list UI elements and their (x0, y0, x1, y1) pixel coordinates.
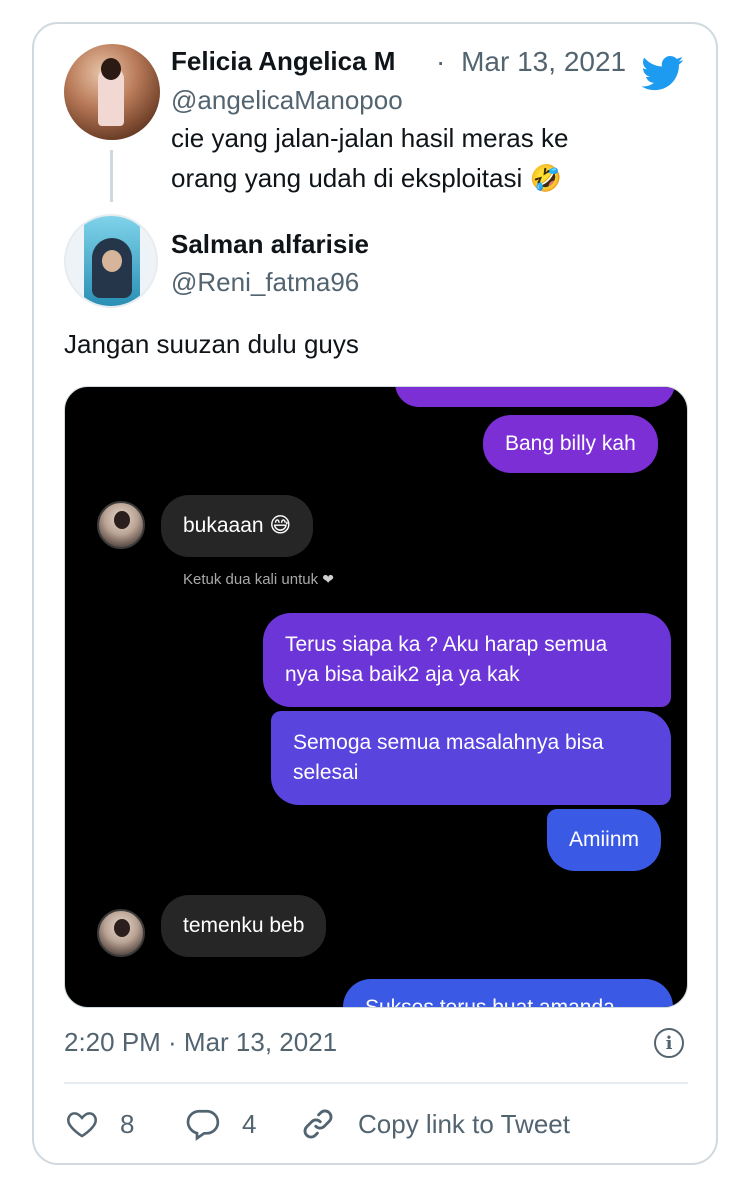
chat-contact-avatar (97, 909, 145, 957)
outgoing-bubble: Terus siapa ka ? Aku harap semua nya bis… (263, 613, 671, 707)
parent-date-text: Mar 13, 2021 (461, 46, 627, 77)
tweet-card[interactable]: Felicia Angelica M · Mar 13, 2021 @angel… (32, 22, 718, 1165)
felicia-avatar[interactable] (64, 44, 160, 140)
hint-text: Ketuk dua kali untuk (183, 571, 319, 588)
parent-handle[interactable]: @angelicaManopoo (171, 85, 403, 116)
parent-display-name[interactable]: Felicia Angelica M (171, 46, 395, 77)
outgoing-bubble: Bang billy kah (483, 415, 658, 473)
parent-tweet-text: cie yang jalan-jalan hasil meras ke oran… (171, 118, 568, 198)
outgoing-bubble-cut-off: Sukses terus buat amanda (343, 979, 673, 1008)
message-text: temenku beb (183, 914, 305, 937)
reply-count: 4 (242, 1108, 257, 1139)
heart-icon (67, 1112, 97, 1138)
copy-link-label: Copy link to Tweet (358, 1108, 570, 1139)
message-line: Semoga semua masalahnya bisa (293, 731, 604, 754)
cut-off-top-bubble (395, 387, 675, 407)
chat-screenshot-image[interactable]: Bang billy kah bukaaan 😅 Ketuk dua kali … (64, 386, 688, 1008)
message-text: Amiinm (569, 828, 640, 851)
like-count: 8 (120, 1108, 135, 1139)
reply-bubble-icon (186, 1109, 220, 1141)
twitter-bird-icon[interactable] (638, 52, 688, 94)
reply-handle[interactable]: @Reni_fatma96 (171, 267, 359, 298)
parent-tweet-date[interactable]: · Mar 13, 2021 (436, 46, 626, 78)
chat-contact-avatar (97, 501, 145, 549)
thread-connector-line (110, 150, 113, 202)
double-tap-hint: Ketuk dua kali untuk ❤ (183, 571, 334, 588)
message-text: bukaaan 😅 (183, 514, 292, 537)
message-line: selesai (293, 761, 359, 784)
info-icon[interactable]: i (654, 1028, 684, 1058)
outgoing-bubble: Semoga semua masalahnya bisa selesai (271, 711, 671, 805)
tweet-timestamp[interactable]: 2:20 PM · Mar 13, 2021 (64, 1027, 337, 1058)
message-text: Sukses terus buat amanda (365, 996, 615, 1008)
heart-icon: ❤ (322, 571, 334, 587)
message-line: Terus siapa ka ? Aku harap semua (285, 633, 608, 656)
reply-button[interactable]: 4 (184, 1104, 256, 1144)
outgoing-bubble: Amiinm (547, 809, 662, 871)
message-text: Bang billy kah (505, 432, 636, 455)
incoming-bubble: temenku beb (161, 895, 327, 957)
reply-tweet-text: Jangan suuzan dulu guys (64, 329, 359, 359)
reply-display-name[interactable]: Salman alfarisie (171, 229, 369, 260)
footer-divider (64, 1082, 688, 1084)
copy-link-button[interactable]: Copy link to Tweet (300, 1104, 570, 1144)
message-line: nya bisa baik2 aja ya kak (285, 663, 520, 686)
like-button[interactable]: 8 (64, 1104, 134, 1144)
salman-avatar[interactable] (64, 214, 158, 308)
parent-text-line-2: orang yang udah di eksploitasi 🤣 (171, 163, 562, 193)
incoming-bubble: bukaaan 😅 (161, 495, 314, 557)
parent-text-line-1: cie yang jalan-jalan hasil meras ke (171, 123, 569, 153)
date-separator: · (436, 46, 446, 77)
link-icon (303, 1109, 333, 1139)
